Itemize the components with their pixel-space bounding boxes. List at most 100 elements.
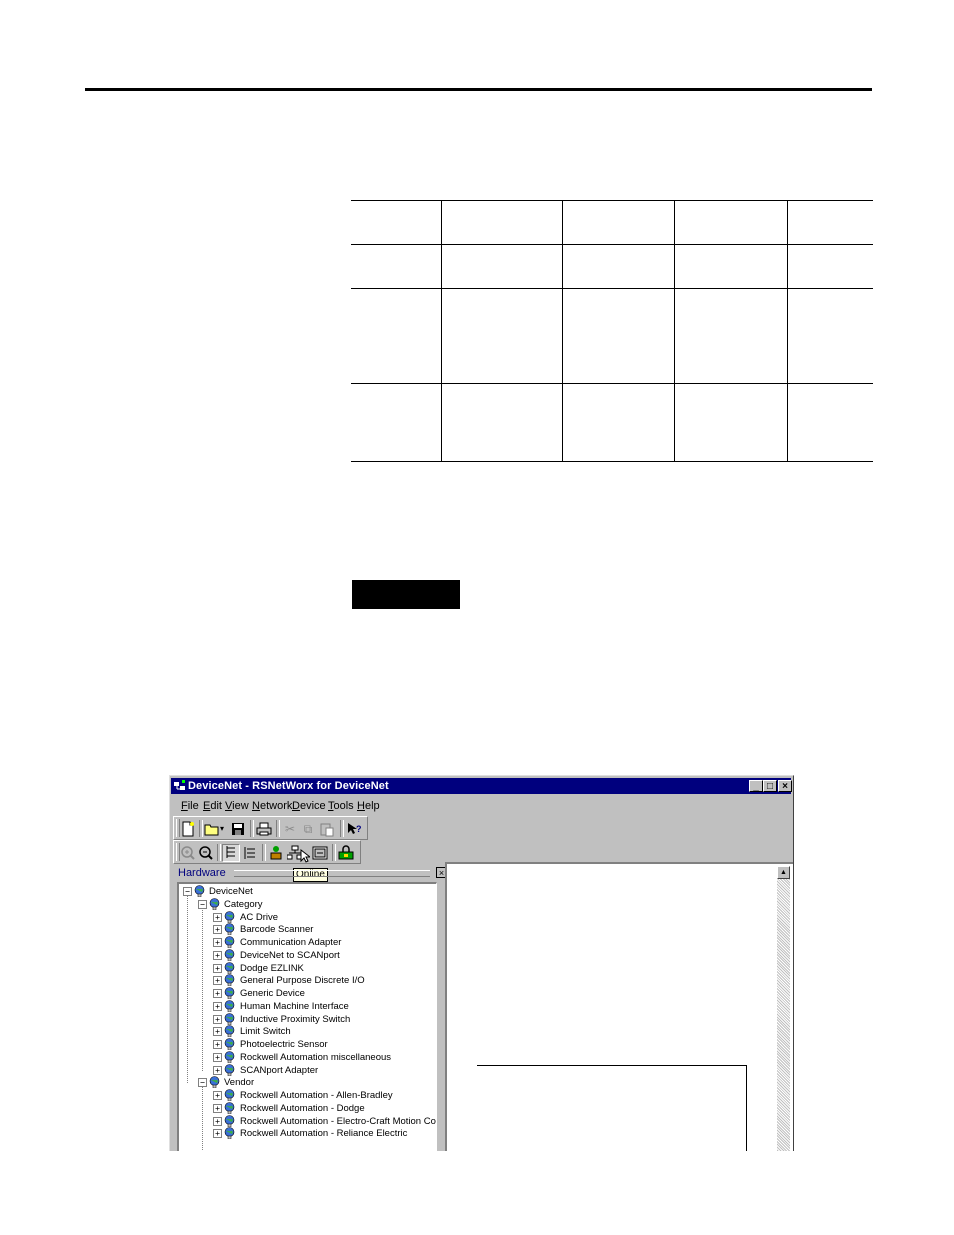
tree-node-item[interactable]: + Rockwell Automation - Reliance Electric [179, 1127, 434, 1140]
table-column-rule [441, 200, 442, 462]
paste-icon[interactable] [319, 821, 335, 837]
menu-device[interactable]: Device [292, 797, 326, 815]
toolbar-separator [250, 820, 254, 837]
tree-node-item[interactable]: + Generic Device [179, 987, 434, 1000]
expand-icon[interactable]: + [213, 1052, 222, 1062]
menu-file[interactable]: File [181, 797, 199, 815]
collapse-icon[interactable]: − [198, 1078, 207, 1087]
network-graph-frame [477, 1065, 747, 1151]
rsnetworx-window: DeviceNet - RSNetWorx for DeviceNet _ □ … [169, 775, 794, 1151]
network-diagnostics-icon[interactable] [312, 845, 328, 861]
network-graph-view[interactable]: ▲ [445, 862, 793, 1151]
svg-text:?: ? [356, 824, 362, 834]
table-column-rule [787, 200, 788, 462]
tree-node-item[interactable]: + Barcode Scanner [179, 923, 434, 936]
menu-network[interactable]: Network [252, 797, 292, 815]
whats-this-help-icon[interactable]: ? [346, 821, 362, 837]
tree-node-item[interactable]: + SCANport Adapter [179, 1063, 434, 1077]
tree-node-item[interactable]: + Dodge EZLINK [179, 961, 434, 975]
tree-node-item[interactable]: + Rockwell Automation - Electro-Craft Mot… [179, 1114, 436, 1128]
tree-node-item[interactable]: + Rockwell Automation - Dodge [179, 1101, 434, 1115]
expand-icon[interactable]: + [213, 963, 222, 973]
tree-node-item[interactable]: + AC Drive [179, 910, 434, 924]
tree-node-item[interactable]: + DeviceNet to SCANport [179, 948, 434, 962]
copy-icon[interactable]: ⧉ [300, 821, 316, 837]
minimize-button[interactable]: _ [749, 780, 763, 792]
open-dropdown-icon[interactable]: ▾ [218, 821, 226, 837]
expand-icon[interactable]: + [213, 1065, 222, 1075]
print-icon[interactable] [256, 821, 272, 837]
tree-node-devicenet[interactable]: − DeviceNet [179, 885, 429, 898]
globe-icon [194, 885, 205, 897]
globe-icon [224, 1127, 235, 1140]
security-icon[interactable] [338, 845, 354, 861]
hardware-panel-title: Hardware [178, 867, 226, 879]
tree-node-item[interactable]: + General Purpose Discrete I/O [179, 974, 434, 987]
close-button[interactable]: × [778, 780, 792, 792]
list-view-icon[interactable] [242, 845, 258, 861]
expand-icon[interactable]: + [213, 1001, 222, 1011]
table-rule [351, 461, 873, 462]
zoom-in-icon[interactable] [180, 845, 196, 861]
expand-icon[interactable]: + [213, 1129, 222, 1139]
scroll-up-button[interactable]: ▲ [777, 866, 790, 879]
tree-label: Dodge EZLINK [240, 962, 304, 974]
tree-node-vendor[interactable]: − Vendor [179, 1076, 429, 1089]
zoom-out-icon[interactable] [198, 845, 214, 861]
tree-node-item[interactable]: + Rockwell Automation - Allen-Bradley [179, 1089, 434, 1102]
menu-tools[interactable]: Tools [328, 797, 354, 815]
globe-icon [224, 999, 235, 1012]
globe-icon [209, 898, 220, 910]
panel-grip-lines[interactable] [234, 870, 430, 877]
tree-node-category[interactable]: − Category [179, 898, 429, 911]
expand-icon[interactable]: + [213, 1091, 222, 1100]
tree-node-item[interactable]: + Limit Switch [179, 1025, 434, 1038]
expand-icon[interactable]: + [213, 925, 222, 935]
collapse-icon[interactable]: − [198, 900, 207, 909]
globe-icon [224, 1089, 235, 1101]
cut-icon[interactable]: ✂ [282, 821, 298, 837]
expand-icon[interactable]: + [213, 950, 222, 960]
new-file-icon[interactable] [180, 821, 196, 837]
expand-icon[interactable]: + [213, 1103, 222, 1113]
menu-view[interactable]: View [225, 797, 249, 815]
tree-label: Rockwell Automation - Dodge [240, 1102, 365, 1114]
table-column-rule [674, 200, 675, 462]
tree-node-item[interactable]: + Human Machine Interface [179, 999, 434, 1013]
menu-help[interactable]: Help [357, 797, 380, 815]
expand-icon[interactable]: + [213, 1040, 222, 1049]
maximize-button[interactable]: □ [763, 780, 777, 792]
expand-icon[interactable]: + [213, 1014, 222, 1024]
menu-edit-label: dit [210, 800, 222, 812]
tree-label: Communication Adapter [240, 937, 342, 948]
menu-view-label: iew [232, 800, 249, 812]
tree-node-item[interactable]: + Rockwell Automation miscellaneous [179, 1050, 434, 1064]
empty-document-table [351, 200, 873, 463]
window-title: DeviceNet - RSNetWorx for DeviceNet [188, 780, 389, 792]
expand-icon[interactable]: + [213, 976, 222, 986]
tree-label: General Purpose Discrete I/O [240, 975, 365, 987]
expand-icon[interactable]: + [213, 938, 222, 947]
device-properties-icon[interactable] [268, 845, 284, 861]
collapse-icon[interactable]: − [183, 887, 192, 896]
tree-node-item[interactable]: + Photoelectric Sensor [179, 1038, 434, 1051]
tree-node-item[interactable]: + Inductive Proximity Switch [179, 1012, 434, 1026]
globe-icon [224, 910, 235, 923]
expand-icon[interactable]: + [213, 912, 222, 922]
expand-icon[interactable]: + [213, 989, 222, 998]
globe-icon [224, 1050, 235, 1063]
menu-file-label: ile [187, 800, 199, 812]
tree-node-item[interactable]: + Communication Adapter [179, 936, 434, 949]
toolbar-separator [276, 820, 280, 837]
globe-icon [224, 1063, 235, 1076]
menu-help-label: elp [364, 800, 380, 812]
tree-view-icon[interactable] [222, 844, 240, 862]
save-icon[interactable] [230, 821, 246, 837]
title-bar[interactable]: DeviceNet - RSNetWorx for DeviceNet _ □ … [171, 778, 792, 794]
network-toolbar [173, 840, 361, 864]
expand-icon[interactable]: + [213, 1027, 222, 1037]
vertical-scrollbar[interactable] [777, 879, 790, 1151]
menu-edit[interactable]: Edit [203, 797, 222, 815]
globe-icon [224, 936, 235, 948]
expand-icon[interactable]: + [213, 1116, 222, 1126]
